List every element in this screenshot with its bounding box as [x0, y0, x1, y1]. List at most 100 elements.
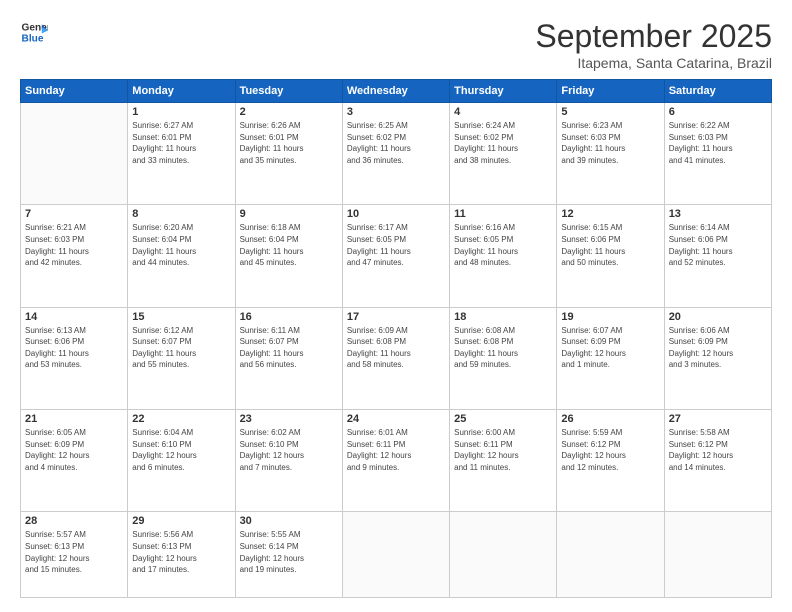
- table-cell: 28 Sunrise: 5:57 AMSunset: 6:13 PMDayligh…: [21, 512, 128, 598]
- table-cell: 9 Sunrise: 6:18 AMSunset: 6:04 PMDaylight…: [235, 205, 342, 307]
- day-info: Sunrise: 5:56 AMSunset: 6:13 PMDaylight:…: [132, 529, 230, 575]
- day-number: 29: [132, 515, 230, 527]
- table-cell: 4 Sunrise: 6:24 AMSunset: 6:02 PMDaylight…: [450, 103, 557, 205]
- day-info: Sunrise: 6:07 AMSunset: 6:09 PMDaylight:…: [561, 325, 659, 371]
- day-info: Sunrise: 6:15 AMSunset: 6:06 PMDaylight:…: [561, 222, 659, 268]
- day-info: Sunrise: 6:24 AMSunset: 6:02 PMDaylight:…: [454, 120, 552, 166]
- day-info: Sunrise: 6:23 AMSunset: 6:03 PMDaylight:…: [561, 120, 659, 166]
- day-info: Sunrise: 6:27 AMSunset: 6:01 PMDaylight:…: [132, 120, 230, 166]
- day-info: Sunrise: 6:05 AMSunset: 6:09 PMDaylight:…: [25, 427, 123, 473]
- day-info: Sunrise: 5:55 AMSunset: 6:14 PMDaylight:…: [240, 529, 338, 575]
- day-number: 8: [132, 208, 230, 220]
- subtitle: Itapema, Santa Catarina, Brazil: [535, 55, 772, 71]
- table-cell: 25 Sunrise: 6:00 AMSunset: 6:11 PMDayligh…: [450, 409, 557, 511]
- day-number: 21: [25, 413, 123, 425]
- day-number: 26: [561, 413, 659, 425]
- day-number: 12: [561, 208, 659, 220]
- day-number: 16: [240, 311, 338, 323]
- table-cell: 14 Sunrise: 6:13 AMSunset: 6:06 PMDayligh…: [21, 307, 128, 409]
- table-cell: 3Sunrise: 6:25 AMSunset: 6:02 PMDaylight…: [342, 103, 449, 205]
- table-cell: 19 Sunrise: 6:07 AMSunset: 6:09 PMDayligh…: [557, 307, 664, 409]
- day-number: 10: [347, 208, 445, 220]
- table-cell: 27 Sunrise: 5:58 AMSunset: 6:12 PMDayligh…: [664, 409, 771, 511]
- table-cell: 17 Sunrise: 6:09 AMSunset: 6:08 PMDayligh…: [342, 307, 449, 409]
- table-cell: 6 Sunrise: 6:22 AMSunset: 6:03 PMDaylight…: [664, 103, 771, 205]
- title-block: September 2025 Itapema, Santa Catarina, …: [535, 18, 772, 71]
- day-info: Sunrise: 6:20 AMSunset: 6:04 PMDaylight:…: [132, 222, 230, 268]
- day-number: 28: [25, 515, 123, 527]
- table-cell: 23Sunrise: 6:02 AMSunset: 6:10 PMDayligh…: [235, 409, 342, 511]
- calendar-header-row: Sunday Monday Tuesday Wednesday Thursday…: [21, 80, 772, 103]
- day-number: 13: [669, 208, 767, 220]
- table-cell: 24 Sunrise: 6:01 AMSunset: 6:11 PMDayligh…: [342, 409, 449, 511]
- day-number: 6: [669, 106, 767, 118]
- day-number: 1: [132, 106, 230, 118]
- day-info: Sunrise: 6:08 AMSunset: 6:08 PMDaylight:…: [454, 325, 552, 371]
- table-cell: 29 Sunrise: 5:56 AMSunset: 6:13 PMDayligh…: [128, 512, 235, 598]
- col-sunday: Sunday: [21, 80, 128, 103]
- day-number: 17: [347, 311, 445, 323]
- day-number: 14: [25, 311, 123, 323]
- table-cell: 15 Sunrise: 6:12 AMSunset: 6:07 PMDayligh…: [128, 307, 235, 409]
- col-wednesday: Wednesday: [342, 80, 449, 103]
- day-number: 3: [347, 106, 445, 118]
- day-info: Sunrise: 5:57 AMSunset: 6:13 PMDaylight:…: [25, 529, 123, 575]
- day-number: 30: [240, 515, 338, 527]
- table-cell: 22 Sunrise: 6:04 AMSunset: 6:10 PMDayligh…: [128, 409, 235, 511]
- day-info: Sunrise: 6:17 AMSunset: 6:05 PMDaylight:…: [347, 222, 445, 268]
- col-thursday: Thursday: [450, 80, 557, 103]
- table-cell: 20 Sunrise: 6:06 AMSunset: 6:09 PMDayligh…: [664, 307, 771, 409]
- day-info: Sunrise: 6:22 AMSunset: 6:03 PMDaylight:…: [669, 120, 767, 166]
- day-info: Sunrise: 6:18 AMSunset: 6:04 PMDaylight:…: [240, 222, 338, 268]
- table-cell: 30 Sunrise: 5:55 AMSunset: 6:14 PMDayligh…: [235, 512, 342, 598]
- logo-icon: General Blue: [20, 18, 48, 46]
- day-info: Sunrise: 6:11 AMSunset: 6:07 PMDaylight:…: [240, 325, 338, 371]
- table-cell: 7Sunrise: 6:21 AMSunset: 6:03 PMDaylight…: [21, 205, 128, 307]
- table-cell: 12 Sunrise: 6:15 AMSunset: 6:06 PMDayligh…: [557, 205, 664, 307]
- day-info: Sunrise: 6:12 AMSunset: 6:07 PMDaylight:…: [132, 325, 230, 371]
- day-info: Sunrise: 6:01 AMSunset: 6:11 PMDaylight:…: [347, 427, 445, 473]
- day-info: Sunrise: 6:04 AMSunset: 6:10 PMDaylight:…: [132, 427, 230, 473]
- day-number: 24: [347, 413, 445, 425]
- month-title: September 2025: [535, 18, 772, 55]
- col-tuesday: Tuesday: [235, 80, 342, 103]
- day-number: 20: [669, 311, 767, 323]
- day-info: Sunrise: 6:09 AMSunset: 6:08 PMDaylight:…: [347, 325, 445, 371]
- day-info: Sunrise: 6:21 AMSunset: 6:03 PMDaylight:…: [25, 222, 123, 268]
- col-saturday: Saturday: [664, 80, 771, 103]
- day-number: 22: [132, 413, 230, 425]
- table-cell: 18 Sunrise: 6:08 AMSunset: 6:08 PMDayligh…: [450, 307, 557, 409]
- day-info: Sunrise: 5:58 AMSunset: 6:12 PMDaylight:…: [669, 427, 767, 473]
- page: General Blue September 2025 Itapema, San…: [0, 0, 792, 612]
- col-monday: Monday: [128, 80, 235, 103]
- day-number: 4: [454, 106, 552, 118]
- table-cell: 11Sunrise: 6:16 AMSunset: 6:05 PMDayligh…: [450, 205, 557, 307]
- day-number: 19: [561, 311, 659, 323]
- day-number: 2: [240, 106, 338, 118]
- day-info: Sunrise: 6:00 AMSunset: 6:11 PMDaylight:…: [454, 427, 552, 473]
- table-cell: 13 Sunrise: 6:14 AMSunset: 6:06 PMDayligh…: [664, 205, 771, 307]
- table-cell: [664, 512, 771, 598]
- day-info: Sunrise: 6:16 AMSunset: 6:05 PMDaylight:…: [454, 222, 552, 268]
- day-number: 25: [454, 413, 552, 425]
- table-cell: 21 Sunrise: 6:05 AMSunset: 6:09 PMDayligh…: [21, 409, 128, 511]
- table-cell: 26 Sunrise: 5:59 AMSunset: 6:12 PMDayligh…: [557, 409, 664, 511]
- table-cell: [342, 512, 449, 598]
- day-info: Sunrise: 6:06 AMSunset: 6:09 PMDaylight:…: [669, 325, 767, 371]
- day-number: 15: [132, 311, 230, 323]
- table-cell: 16 Sunrise: 6:11 AMSunset: 6:07 PMDayligh…: [235, 307, 342, 409]
- table-cell: 10 Sunrise: 6:17 AMSunset: 6:05 PMDayligh…: [342, 205, 449, 307]
- day-info: Sunrise: 6:14 AMSunset: 6:06 PMDaylight:…: [669, 222, 767, 268]
- day-info: Sunrise: 5:59 AMSunset: 6:12 PMDaylight:…: [561, 427, 659, 473]
- table-cell: [450, 512, 557, 598]
- table-cell: 5 Sunrise: 6:23 AMSunset: 6:03 PMDaylight…: [557, 103, 664, 205]
- day-number: 5: [561, 106, 659, 118]
- day-number: 27: [669, 413, 767, 425]
- day-number: 18: [454, 311, 552, 323]
- col-friday: Friday: [557, 80, 664, 103]
- day-info: Sunrise: 6:13 AMSunset: 6:06 PMDaylight:…: [25, 325, 123, 371]
- day-number: 9: [240, 208, 338, 220]
- table-cell: 8 Sunrise: 6:20 AMSunset: 6:04 PMDaylight…: [128, 205, 235, 307]
- table-cell: 1 Sunrise: 6:27 AMSunset: 6:01 PMDaylight…: [128, 103, 235, 205]
- svg-text:Blue: Blue: [22, 33, 44, 44]
